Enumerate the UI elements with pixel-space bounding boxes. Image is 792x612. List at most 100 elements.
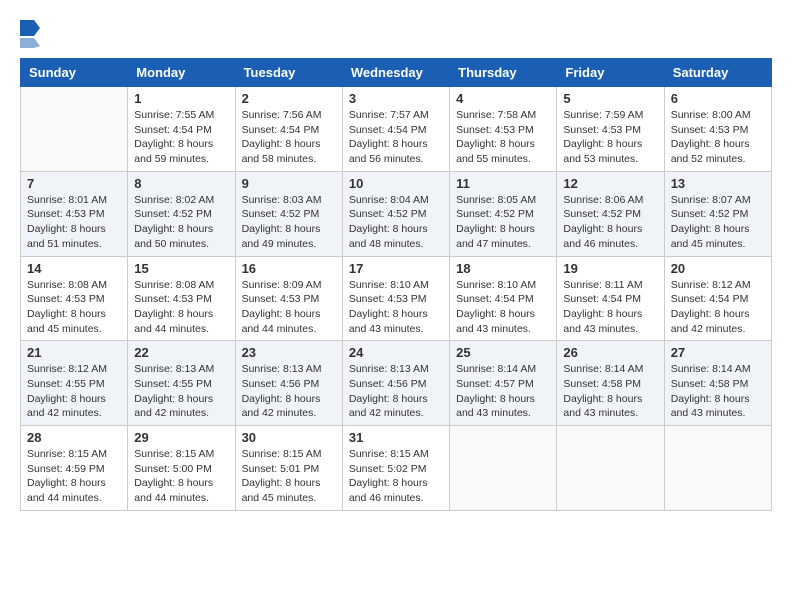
day-number: 10 [349,176,443,191]
calendar-table: SundayMondayTuesdayWednesdayThursdayFrid… [20,58,772,511]
day-number: 21 [27,345,121,360]
calendar-week-row: 28 Sunrise: 8:15 AM Sunset: 4:59 PM Dayli… [21,426,772,511]
calendar-cell: 24 Sunrise: 8:13 AM Sunset: 4:56 PM Dayli… [342,341,449,426]
calendar-cell: 16Sunrise: 8:09 AM Sunset: 4:53 PM Dayli… [235,256,342,341]
day-number: 13 [671,176,765,191]
calendar-week-row: 7 Sunrise: 8:01 AM Sunset: 4:53 PM Daylig… [21,171,772,256]
day-number: 12 [563,176,657,191]
calendar-cell: 13 Sunrise: 8:07 AM Sunset: 4:52 PM Dayli… [664,171,771,256]
day-info: Sunrise: 8:03 AM Sunset: 4:52 PM Dayligh… [242,193,336,252]
day-number: 25 [456,345,550,360]
calendar-cell: 29Sunrise: 8:15 AM Sunset: 5:00 PM Dayli… [128,426,235,511]
logo-icon [20,20,40,48]
calendar-cell [450,426,557,511]
day-info: Sunrise: 8:10 AM Sunset: 4:53 PM Dayligh… [349,278,443,337]
calendar-cell: 15 Sunrise: 8:08 AM Sunset: 4:53 PM Dayli… [128,256,235,341]
day-info: Sunrise: 8:11 AM Sunset: 4:54 PM Dayligh… [563,278,657,337]
calendar-cell: 31Sunrise: 8:15 AM Sunset: 5:02 PM Dayli… [342,426,449,511]
day-info: Sunrise: 8:12 AM Sunset: 4:54 PM Dayligh… [671,278,765,337]
weekday-header-tuesday: Tuesday [235,59,342,87]
weekday-header-thursday: Thursday [450,59,557,87]
calendar-cell: 21 Sunrise: 8:12 AM Sunset: 4:55 PM Dayli… [21,341,128,426]
day-info: Sunrise: 8:12 AM Sunset: 4:55 PM Dayligh… [27,362,121,421]
calendar-cell: 8 Sunrise: 8:02 AM Sunset: 4:52 PM Daylig… [128,171,235,256]
calendar-cell: 9 Sunrise: 8:03 AM Sunset: 4:52 PM Daylig… [235,171,342,256]
weekday-header-saturday: Saturday [664,59,771,87]
day-number: 14 [27,261,121,276]
day-info: Sunrise: 8:13 AM Sunset: 4:56 PM Dayligh… [349,362,443,421]
day-info: Sunrise: 8:15 AM Sunset: 5:02 PM Dayligh… [349,447,443,506]
day-info: Sunrise: 7:56 AM Sunset: 4:54 PM Dayligh… [242,108,336,167]
day-info: Sunrise: 8:15 AM Sunset: 4:59 PM Dayligh… [27,447,121,506]
calendar-cell: 19 Sunrise: 8:11 AM Sunset: 4:54 PM Dayli… [557,256,664,341]
calendar-cell [557,426,664,511]
day-info: Sunrise: 8:13 AM Sunset: 4:55 PM Dayligh… [134,362,228,421]
weekday-header-wednesday: Wednesday [342,59,449,87]
day-number: 20 [671,261,765,276]
calendar-cell: 27Sunrise: 8:14 AM Sunset: 4:58 PM Dayli… [664,341,771,426]
day-number: 18 [456,261,550,276]
day-number: 23 [242,345,336,360]
day-number: 15 [134,261,228,276]
day-info: Sunrise: 7:55 AM Sunset: 4:54 PM Dayligh… [134,108,228,167]
calendar-cell: 25Sunrise: 8:14 AM Sunset: 4:57 PM Dayli… [450,341,557,426]
day-info: Sunrise: 7:58 AM Sunset: 4:53 PM Dayligh… [456,108,550,167]
calendar-cell: 10 Sunrise: 8:04 AM Sunset: 4:52 PM Dayli… [342,171,449,256]
calendar-cell: 28 Sunrise: 8:15 AM Sunset: 4:59 PM Dayli… [21,426,128,511]
day-info: Sunrise: 8:00 AM Sunset: 4:53 PM Dayligh… [671,108,765,167]
calendar-cell: 2 Sunrise: 7:56 AM Sunset: 4:54 PM Daylig… [235,87,342,172]
calendar-cell: 1 Sunrise: 7:55 AM Sunset: 4:54 PM Daylig… [128,87,235,172]
day-info: Sunrise: 8:09 AM Sunset: 4:53 PM Dayligh… [242,278,336,337]
weekday-header-row: SundayMondayTuesdayWednesdayThursdayFrid… [21,59,772,87]
day-info: Sunrise: 7:57 AM Sunset: 4:54 PM Dayligh… [349,108,443,167]
calendar-cell: 12 Sunrise: 8:06 AM Sunset: 4:52 PM Dayli… [557,171,664,256]
day-info: Sunrise: 8:04 AM Sunset: 4:52 PM Dayligh… [349,193,443,252]
day-number: 17 [349,261,443,276]
day-number: 7 [27,176,121,191]
calendar-cell: 4Sunrise: 7:58 AM Sunset: 4:53 PM Daylig… [450,87,557,172]
day-number: 26 [563,345,657,360]
day-number: 22 [134,345,228,360]
day-number: 5 [563,91,657,106]
calendar-cell: 30Sunrise: 8:15 AM Sunset: 5:01 PM Dayli… [235,426,342,511]
day-info: Sunrise: 8:08 AM Sunset: 4:53 PM Dayligh… [27,278,121,337]
day-number: 8 [134,176,228,191]
day-info: Sunrise: 8:02 AM Sunset: 4:52 PM Dayligh… [134,193,228,252]
calendar-cell: 3 Sunrise: 7:57 AM Sunset: 4:54 PM Daylig… [342,87,449,172]
day-number: 3 [349,91,443,106]
day-number: 30 [242,430,336,445]
day-info: Sunrise: 8:14 AM Sunset: 4:58 PM Dayligh… [671,362,765,421]
day-info: Sunrise: 8:08 AM Sunset: 4:53 PM Dayligh… [134,278,228,337]
day-info: Sunrise: 8:07 AM Sunset: 4:52 PM Dayligh… [671,193,765,252]
day-info: Sunrise: 8:01 AM Sunset: 4:53 PM Dayligh… [27,193,121,252]
calendar-cell: 11 Sunrise: 8:05 AM Sunset: 4:52 PM Dayli… [450,171,557,256]
calendar-cell: 6 Sunrise: 8:00 AM Sunset: 4:53 PM Daylig… [664,87,771,172]
day-number: 24 [349,345,443,360]
day-info: Sunrise: 8:05 AM Sunset: 4:52 PM Dayligh… [456,193,550,252]
day-number: 11 [456,176,550,191]
calendar-cell: 17 Sunrise: 8:10 AM Sunset: 4:53 PM Dayli… [342,256,449,341]
calendar-cell: 20 Sunrise: 8:12 AM Sunset: 4:54 PM Dayli… [664,256,771,341]
day-number: 2 [242,91,336,106]
weekday-header-sunday: Sunday [21,59,128,87]
day-number: 19 [563,261,657,276]
day-info: Sunrise: 8:14 AM Sunset: 4:58 PM Dayligh… [563,362,657,421]
weekday-header-friday: Friday [557,59,664,87]
calendar-week-row: 1 Sunrise: 7:55 AM Sunset: 4:54 PM Daylig… [21,87,772,172]
day-number: 9 [242,176,336,191]
day-number: 1 [134,91,228,106]
calendar-week-row: 21 Sunrise: 8:12 AM Sunset: 4:55 PM Dayli… [21,341,772,426]
calendar-cell: 7 Sunrise: 8:01 AM Sunset: 4:53 PM Daylig… [21,171,128,256]
day-info: Sunrise: 8:15 AM Sunset: 5:00 PM Dayligh… [134,447,228,506]
calendar-cell: 26 Sunrise: 8:14 AM Sunset: 4:58 PM Dayli… [557,341,664,426]
calendar-cell: 22 Sunrise: 8:13 AM Sunset: 4:55 PM Dayli… [128,341,235,426]
calendar-week-row: 14 Sunrise: 8:08 AM Sunset: 4:53 PM Dayli… [21,256,772,341]
day-info: Sunrise: 8:06 AM Sunset: 4:52 PM Dayligh… [563,193,657,252]
day-number: 6 [671,91,765,106]
calendar-cell: 14 Sunrise: 8:08 AM Sunset: 4:53 PM Dayli… [21,256,128,341]
day-number: 28 [27,430,121,445]
calendar-cell: 23Sunrise: 8:13 AM Sunset: 4:56 PM Dayli… [235,341,342,426]
calendar-cell: 18 Sunrise: 8:10 AM Sunset: 4:54 PM Dayli… [450,256,557,341]
day-info: Sunrise: 8:10 AM Sunset: 4:54 PM Dayligh… [456,278,550,337]
calendar-cell [21,87,128,172]
